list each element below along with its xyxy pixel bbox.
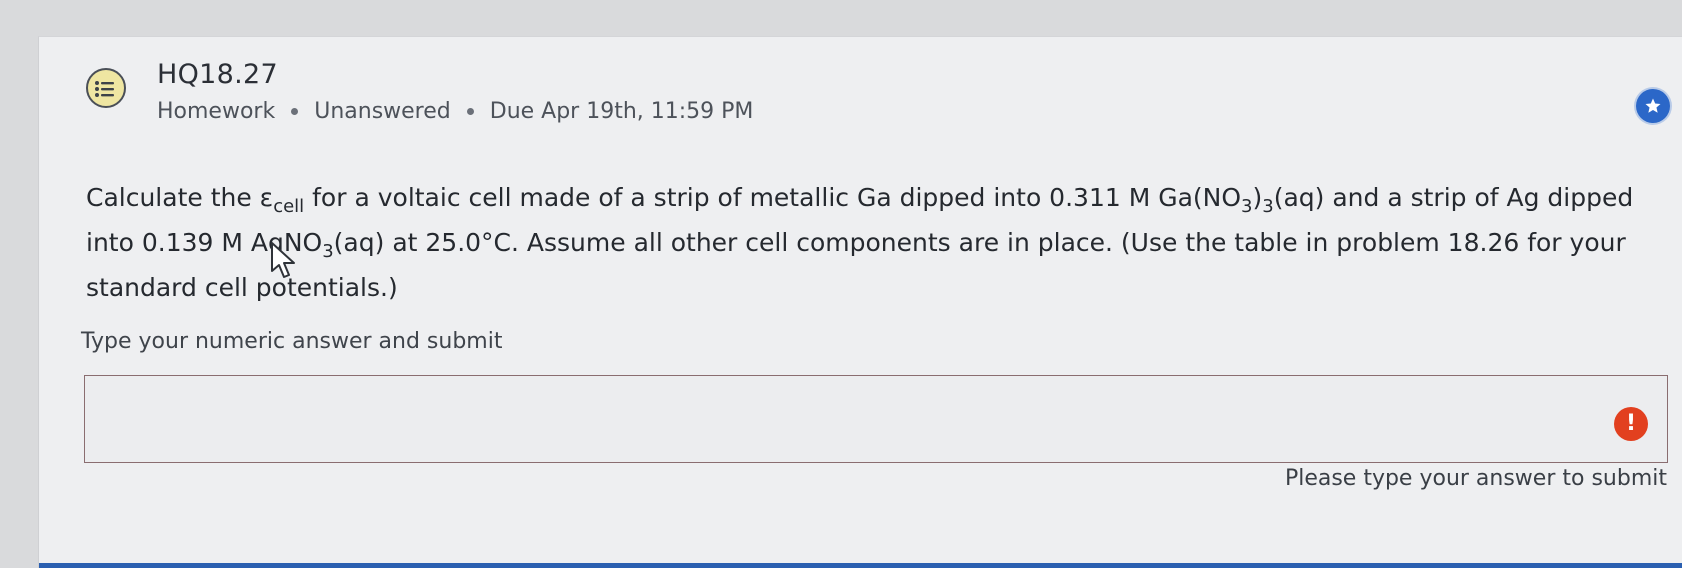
- separator-dot: [466, 108, 474, 115]
- list-icon: [95, 81, 114, 97]
- subscript: 3: [1262, 196, 1274, 217]
- question-meta: Homework Unanswered Due Apr 19th, 11:59 …: [157, 99, 753, 124]
- assignment-type: Homework: [157, 99, 276, 124]
- question-text-part: ): [1252, 183, 1263, 212]
- question-text: Calculate the εcell for a voltaic cell m…: [86, 175, 1666, 310]
- star-icon: [1645, 98, 1661, 113]
- mouse-pointer-icon: [271, 242, 295, 278]
- exclamation-icon: !: [1614, 407, 1648, 441]
- validation-message: Please type your answer to submit: [1284, 466, 1667, 491]
- question-card: HQ18.27 Homework Unanswered Due Apr 19th…: [38, 36, 1682, 568]
- bottom-accent-bar: [39, 563, 1682, 568]
- answer-input[interactable]: [84, 375, 1668, 463]
- question-type-icon: [86, 68, 126, 108]
- answer-prompt: Type your numeric answer and submit: [81, 329, 503, 354]
- question-text-part: Calculate the ε: [86, 183, 274, 212]
- subscript: cell: [273, 196, 305, 217]
- due-date: Due Apr 19th, 11:59 PM: [489, 99, 754, 124]
- separator-dot: [291, 108, 299, 115]
- status-label: Unanswered: [314, 99, 451, 124]
- bookmark-button[interactable]: [1636, 89, 1670, 123]
- question-title: HQ18.27: [157, 59, 278, 90]
- subscript: 3: [322, 241, 334, 262]
- subscript: 3: [1241, 196, 1253, 217]
- question-text-part: for a voltaic cell made of a strip of me…: [304, 183, 1242, 212]
